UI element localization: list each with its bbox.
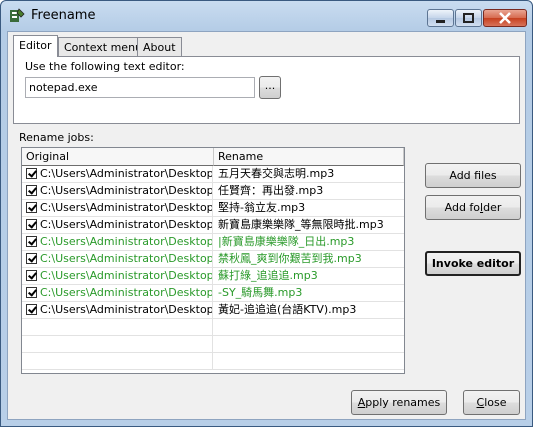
column-header-original[interactable]: Original: [22, 148, 214, 166]
row-checkbox[interactable]: [26, 219, 37, 230]
empty-cell: [40, 336, 213, 352]
empty-cell: [40, 319, 213, 335]
rename-cell: 黃妃-追追追(台語KTV).mp3: [218, 303, 357, 316]
original-path-cell: C:\Users\Administrator\Desktop\...: [40, 285, 213, 301]
maximize-button[interactable]: [455, 9, 482, 27]
add-files-button[interactable]: Add files: [425, 163, 521, 188]
original-path-cell: C:\Users\Administrator\Desktop\...: [40, 251, 213, 267]
rename-cell: 任賢齊：再出發.mp3: [218, 184, 324, 197]
tab-about[interactable]: About: [137, 37, 182, 56]
rename-cell: -SY_騎馬舞.mp3: [218, 286, 303, 299]
rename-jobs-label: Rename jobs:: [19, 131, 94, 144]
original-path-cell: C:\Users\Administrator\Desktop\...: [40, 234, 213, 250]
close-window-button[interactable]: [483, 9, 527, 27]
browse-button[interactable]: ...: [259, 76, 281, 99]
row-checkbox[interactable]: [26, 185, 37, 196]
apply-renames-button[interactable]: Apply renames: [351, 390, 447, 415]
invoke-editor-button[interactable]: Invoke editor: [425, 251, 521, 276]
rename-cell: 新寶島康樂樂隊_等無限時批.mp3: [218, 218, 384, 231]
rename-cell: 禁秋鳳_爽到你艱苦到我.mp3: [218, 252, 362, 265]
rename-jobs-table[interactable]: Original Rename C:\Users\Administrator\D…: [21, 147, 405, 374]
main-window: Freename Editor Context menu About Use t…: [0, 0, 533, 427]
close-button[interactable]: Close: [463, 390, 520, 415]
original-path-cell: C:\Users\Administrator\Desktop\...: [40, 268, 213, 284]
original-path-cell: C:\Users\Administrator\Desktop\...: [40, 183, 213, 199]
table-row[interactable]: [22, 319, 404, 336]
column-header-rename[interactable]: Rename: [214, 148, 404, 166]
row-checkbox[interactable]: [26, 202, 37, 213]
table-row[interactable]: C:\Users\Administrator\Desktop\... 五月天春交與…: [22, 166, 404, 183]
row-checkbox[interactable]: [26, 287, 37, 298]
rename-cell: 堅持-翁立友.mp3: [218, 201, 306, 214]
table-row[interactable]: C:\Users\Administrator\Desktop\... 任賢齊：再出…: [22, 183, 404, 200]
close-icon: [499, 12, 511, 24]
rename-cell: 蘇打綠_追追追.mp3: [218, 269, 318, 282]
client-area: Editor Context menu About Use the follow…: [7, 31, 526, 420]
table-row[interactable]: C:\Users\Administrator\Desktop\... 新寶島康樂樂…: [22, 217, 404, 234]
table-row[interactable]: C:\Users\Administrator\Desktop\... 堅持-翁立友…: [22, 200, 404, 217]
table-row[interactable]: [22, 353, 404, 370]
row-checkbox[interactable]: [26, 236, 37, 247]
original-path-cell: C:\Users\Administrator\Desktop\...: [40, 217, 213, 233]
row-checkbox[interactable]: [26, 304, 37, 315]
maximize-icon: [463, 13, 474, 23]
rename-cell: |新寶島康樂樂隊_日出.mp3: [218, 235, 355, 248]
table-row[interactable]: C:\Users\Administrator\Desktop\... -SY_騎馬…: [22, 285, 404, 302]
table-row[interactable]: [22, 336, 404, 353]
row-checkbox[interactable]: [26, 253, 37, 264]
tab-editor[interactable]: Editor: [13, 35, 58, 57]
minimize-button[interactable]: [427, 9, 454, 27]
table-row[interactable]: C:\Users\Administrator\Desktop\... 蘇打綠_追追…: [22, 268, 404, 285]
app-icon: [10, 8, 25, 22]
original-path-cell: C:\Users\Administrator\Desktop\...: [40, 166, 213, 182]
original-path-cell: C:\Users\Administrator\Desktop\...: [40, 200, 213, 216]
add-folder-button[interactable]: Add folder: [425, 195, 521, 220]
row-checkbox[interactable]: [26, 270, 37, 281]
text-editor-input[interactable]: [25, 77, 255, 98]
row-checkbox[interactable]: [26, 168, 37, 179]
table-row[interactable]: C:\Users\Administrator\Desktop\... 黃妃-追追追…: [22, 302, 404, 319]
table-row[interactable]: C:\Users\Administrator\Desktop\... 禁秋鳳_爽到…: [22, 251, 404, 268]
table-row[interactable]: C:\Users\Administrator\Desktop\... |新寶島康樂…: [22, 234, 404, 251]
tab-context-menu[interactable]: Context menu: [58, 37, 149, 56]
editor-tab-panel: Use the following text editor: ...: [13, 56, 520, 124]
window-title: Freename: [31, 8, 96, 23]
minimize-icon: [436, 20, 445, 23]
title-bar[interactable]: Freename: [1, 1, 532, 31]
rename-cell: 五月天春交與志明.mp3: [218, 167, 335, 180]
original-path-cell: C:\Users\Administrator\Desktop\...: [40, 302, 213, 318]
editor-label: Use the following text editor:: [25, 60, 185, 73]
empty-cell: [40, 353, 213, 369]
